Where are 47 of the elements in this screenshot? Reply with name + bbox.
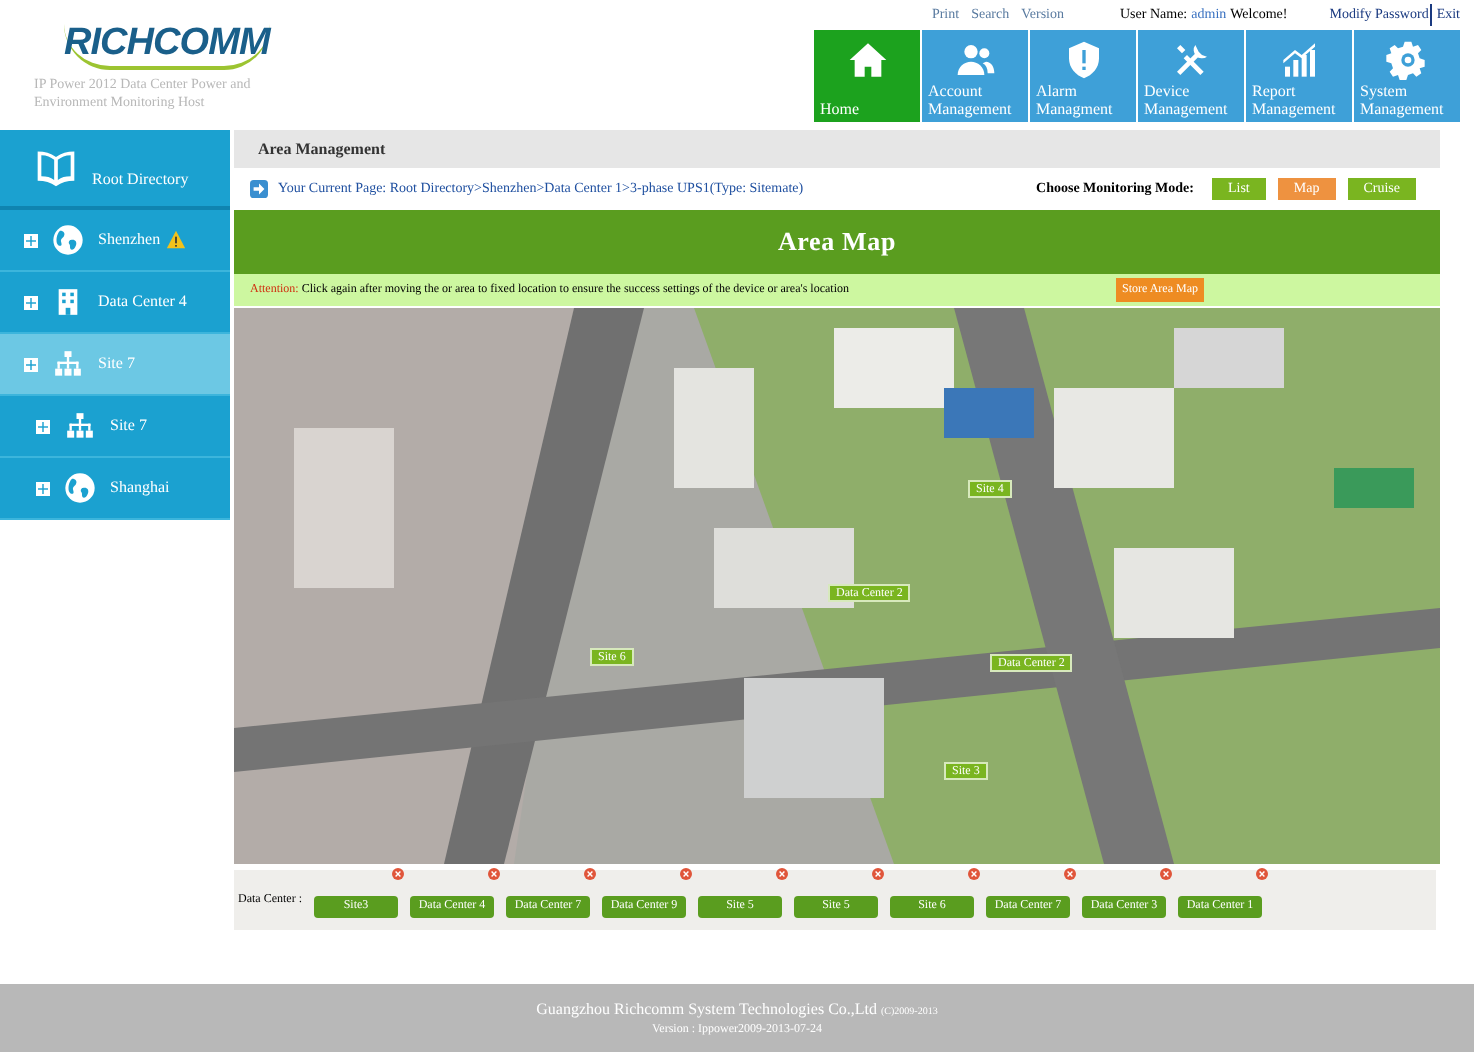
remove-icon[interactable] (776, 868, 788, 880)
remove-icon[interactable] (1064, 868, 1076, 880)
tree-item[interactable]: Site 7 (0, 396, 230, 458)
remove-icon[interactable] (1160, 868, 1172, 880)
nav-tile[interactable]: Home (814, 30, 920, 122)
expand-icon[interactable] (24, 295, 38, 309)
tree-item[interactable]: Site 7 (0, 334, 230, 396)
users-icon (953, 40, 997, 80)
network-icon (66, 412, 94, 440)
remove-icon[interactable] (392, 868, 404, 880)
globe-icon (64, 472, 96, 504)
expand-icon[interactable] (36, 419, 50, 433)
book-icon (32, 146, 80, 190)
tree-label: Shenzhen (98, 228, 161, 252)
nav-tile[interactable]: Alarm Managment (1030, 30, 1136, 122)
settings-icon (1385, 40, 1429, 80)
nav-tile[interactable]: System Management (1354, 30, 1460, 122)
sidebar-root[interactable]: Root Directory (0, 130, 230, 210)
expand-icon[interactable] (24, 233, 38, 247)
globe-icon (52, 224, 84, 256)
network-icon (54, 350, 82, 378)
remove-icon[interactable] (488, 868, 500, 880)
area-map-title-bar: Area Map (234, 210, 1440, 274)
company-name: Guangzhou Richcomm System Technologies Co.,Ltd (536, 997, 878, 1021)
tree-label: Site 7 (98, 352, 135, 376)
nav-tile[interactable]: Device Management (1138, 30, 1244, 122)
tree-item[interactable]: Shanghai (0, 458, 230, 520)
nav-tile[interactable]: Account Management (922, 30, 1028, 122)
tree-label: Shanghai (110, 476, 170, 500)
tree-label: Site 7 (110, 414, 147, 438)
remove-icon[interactable] (1256, 868, 1268, 880)
house-icon (845, 40, 889, 80)
logo: RICHCOMM (64, 24, 270, 70)
remove-icon[interactable] (872, 868, 884, 880)
arrow-icon (250, 180, 268, 198)
remove-icon[interactable] (680, 868, 692, 880)
tree-item[interactable]: Shenzhen (0, 210, 230, 272)
remove-icon[interactable] (968, 868, 980, 880)
section-title-bar: Area Management (234, 130, 1440, 168)
bar-chart-icon (1277, 40, 1321, 80)
expand-icon[interactable] (24, 357, 38, 371)
tree-item[interactable]: Data Center 4 (0, 272, 230, 334)
building-icon (54, 284, 82, 320)
tree-label: Data Center 4 (98, 290, 187, 314)
nav-tile[interactable]: Report Management (1246, 30, 1352, 122)
remove-icon[interactable] (584, 868, 596, 880)
expand-icon[interactable] (36, 481, 50, 495)
